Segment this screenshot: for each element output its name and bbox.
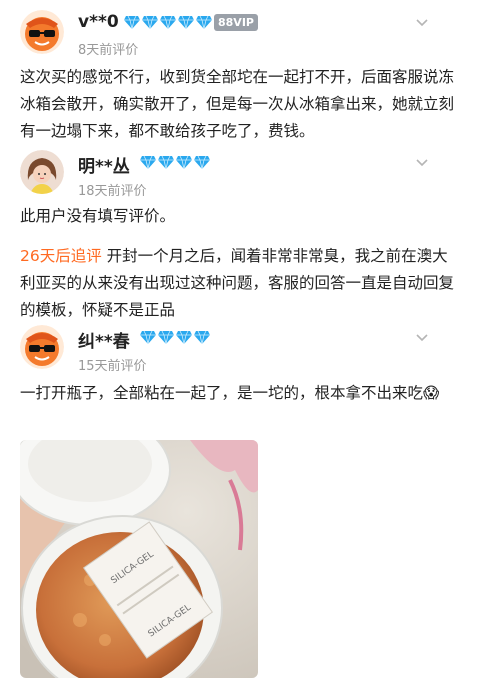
scream-emoji-icon: 😱: [423, 384, 440, 402]
diamond-icon: [140, 330, 156, 344]
open-jar-photo: SILICA-GEL SILICA-GEL: [20, 440, 258, 678]
avatar[interactable]: [20, 325, 64, 369]
review-item: 纠**春 15天前评价 一打开瓶子，全部粘在一起了，是一坨的，根本拿不出来吃😱: [0, 0, 480, 683]
orange-cartoon-avatar-icon: [20, 325, 64, 369]
review-text-body: 一打开瓶子，全部粘在一起了，是一坨的，根本拿不出来吃: [20, 384, 424, 402]
chevron-down-icon[interactable]: [414, 329, 430, 345]
review-text: 一打开瓶子，全部粘在一起了，是一坨的，根本拿不出来吃😱: [20, 380, 460, 407]
gem-rank: [140, 330, 210, 344]
diamond-icon: [158, 330, 174, 344]
username[interactable]: 纠**春: [78, 327, 130, 352]
review-photo[interactable]: SILICA-GEL SILICA-GEL: [20, 440, 258, 678]
diamond-icon: [176, 330, 192, 344]
review-time: 15天前评价: [78, 359, 147, 374]
diamond-icon: [194, 330, 210, 344]
